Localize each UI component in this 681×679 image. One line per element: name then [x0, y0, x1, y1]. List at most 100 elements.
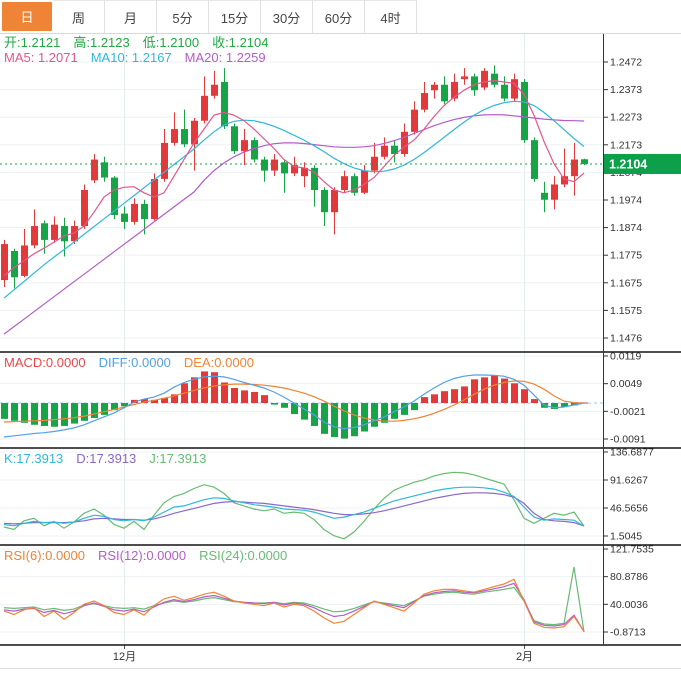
macd-hist-bar	[231, 388, 238, 404]
ma20-line	[3, 114, 585, 335]
macd-hist-bar	[271, 403, 278, 405]
macd-hist-bar	[91, 403, 98, 419]
candle-body	[541, 192, 548, 200]
legend-high: 高:1.2123	[73, 35, 130, 50]
trading-chart-app: 1.24721.23731.22731.21731.20741.19741.18…	[0, 0, 681, 679]
candle-body	[81, 190, 88, 227]
macd-hist-bar	[471, 379, 478, 404]
tab-day[interactable]: 日	[2, 2, 52, 31]
axis-label: -0.8713	[610, 627, 646, 639]
macd-hist-bar	[81, 403, 88, 421]
candle-body	[201, 95, 208, 121]
legend-ma20: MA20: 1.2259	[184, 50, 266, 65]
axis-label: 40.0036	[610, 599, 648, 611]
axis-label: 1.1476	[610, 333, 642, 345]
macd-hist-bar	[251, 391, 258, 404]
legend-macd: MACD:0.0000	[4, 355, 86, 370]
candle-body	[481, 70, 488, 88]
axis-label: 0.0049	[610, 378, 642, 390]
axis-label: 1.1874	[610, 222, 642, 234]
macd-hist-bar	[11, 403, 18, 421]
macd-hist-bar	[451, 389, 458, 404]
macd-hist-bar	[261, 395, 268, 404]
candle-body	[331, 190, 338, 213]
macd-hist-bar	[311, 403, 318, 426]
tab-5min[interactable]: 5分	[157, 0, 209, 33]
legend-rsi12: RSI(12):0.0000	[97, 548, 187, 563]
candle-body	[451, 81, 458, 99]
candle-body	[241, 140, 248, 152]
rsi-legend: RSI(6):0.0000 RSI(12):0.0000 RSI(24):0.000…	[4, 548, 287, 563]
candle-body	[511, 79, 518, 99]
candle-body	[461, 76, 468, 80]
axis-label: 1.1575	[610, 305, 642, 317]
macd-hist-bar	[491, 375, 498, 404]
tab-15min[interactable]: 15分	[209, 0, 261, 33]
chart-canvas[interactable]: 1.24721.23731.22731.21731.20741.19741.18…	[0, 0, 681, 679]
tab-60min[interactable]: 60分	[313, 0, 365, 33]
axis-label: -0.0021	[610, 406, 646, 418]
legend-k: K:17.3913	[4, 451, 64, 466]
candle-body	[531, 140, 538, 179]
macd-hist-bar	[71, 403, 78, 424]
legend-dea: DEA:0.0000	[183, 355, 255, 370]
candle-body	[191, 120, 198, 145]
macd-hist-bar	[511, 383, 518, 404]
candle-body	[11, 250, 18, 278]
candle-body	[251, 140, 258, 160]
candle-body	[321, 190, 328, 213]
j-line	[3, 471, 585, 540]
candle-body	[411, 109, 418, 132]
legend-open: 开:1.2121	[4, 35, 61, 50]
candle-body	[551, 184, 558, 200]
timeframe-tabbar: 日周月 5分 15分 30分 60分 4时	[0, 0, 681, 34]
candle-body	[121, 213, 128, 222]
macd-hist-bar	[321, 403, 328, 434]
macd-hist-bar	[1, 403, 8, 419]
candle-body	[61, 226, 68, 242]
candle-body	[151, 178, 158, 220]
axis-label: -0.0091	[610, 434, 646, 446]
macd-hist-bar	[431, 394, 438, 404]
ma-legend: MA5: 1.2071 MA10: 1.2167 MA20: 1.2259	[4, 50, 266, 65]
candle-body	[231, 126, 238, 152]
tab-4hour[interactable]: 4时	[365, 0, 417, 33]
macd-hist-bar	[41, 403, 48, 426]
candle-body	[31, 226, 38, 246]
macd-hist-bar	[521, 389, 528, 404]
rsi6-line	[3, 578, 585, 632]
candle-body	[421, 93, 428, 110]
tab-week[interactable]: 周	[53, 0, 105, 33]
axis-label: 1.2173	[610, 139, 642, 151]
macd-hist-bar	[31, 403, 38, 425]
candle-body	[51, 224, 58, 240]
macd-hist-bar	[531, 399, 538, 404]
macd-hist-bar	[281, 403, 288, 408]
axis-label: 1.1675	[610, 277, 642, 289]
macd-hist-bar	[421, 397, 428, 404]
axis-label: 1.2373	[610, 84, 642, 96]
legend-rsi6: RSI(6):0.0000	[4, 548, 85, 563]
candle-body	[581, 159, 588, 164]
kdj-legend: K:17.3913 D:17.3913 J:17.3913	[4, 451, 206, 466]
macd-hist-bar	[381, 403, 388, 423]
candle-body	[361, 170, 368, 193]
candle-body	[131, 203, 138, 222]
macd-hist-bar	[101, 403, 108, 415]
candle-body	[41, 223, 48, 240]
candle-body	[101, 162, 108, 178]
candle-body	[441, 84, 448, 102]
candle-body	[271, 159, 278, 171]
candle-body	[211, 84, 218, 96]
tab-30min[interactable]: 30分	[261, 0, 313, 33]
candle-body	[571, 159, 578, 177]
legend-d: D:17.3913	[76, 451, 137, 466]
candle-body	[261, 159, 268, 171]
candle-body	[141, 203, 148, 220]
axis-label: 1.1974	[610, 195, 642, 207]
candle-body	[521, 81, 528, 141]
tab-month[interactable]: 月	[105, 0, 157, 33]
candle-body	[1, 244, 8, 281]
legend-diff: DIFF:0.0000	[98, 355, 171, 370]
month-label: 2月	[516, 651, 533, 663]
